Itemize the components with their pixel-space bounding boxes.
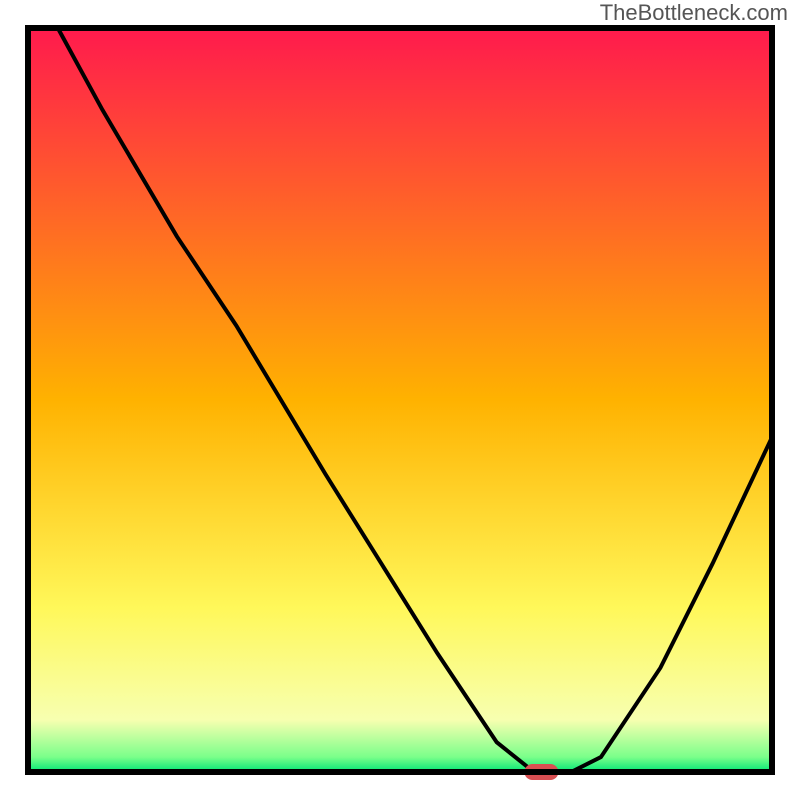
plot-area: [28, 28, 772, 780]
watermark: TheBottleneck.com: [600, 0, 788, 26]
gradient-background: [28, 28, 772, 772]
chart-container: TheBottleneck.com: [0, 0, 800, 800]
bottleneck-chart: [0, 0, 800, 800]
